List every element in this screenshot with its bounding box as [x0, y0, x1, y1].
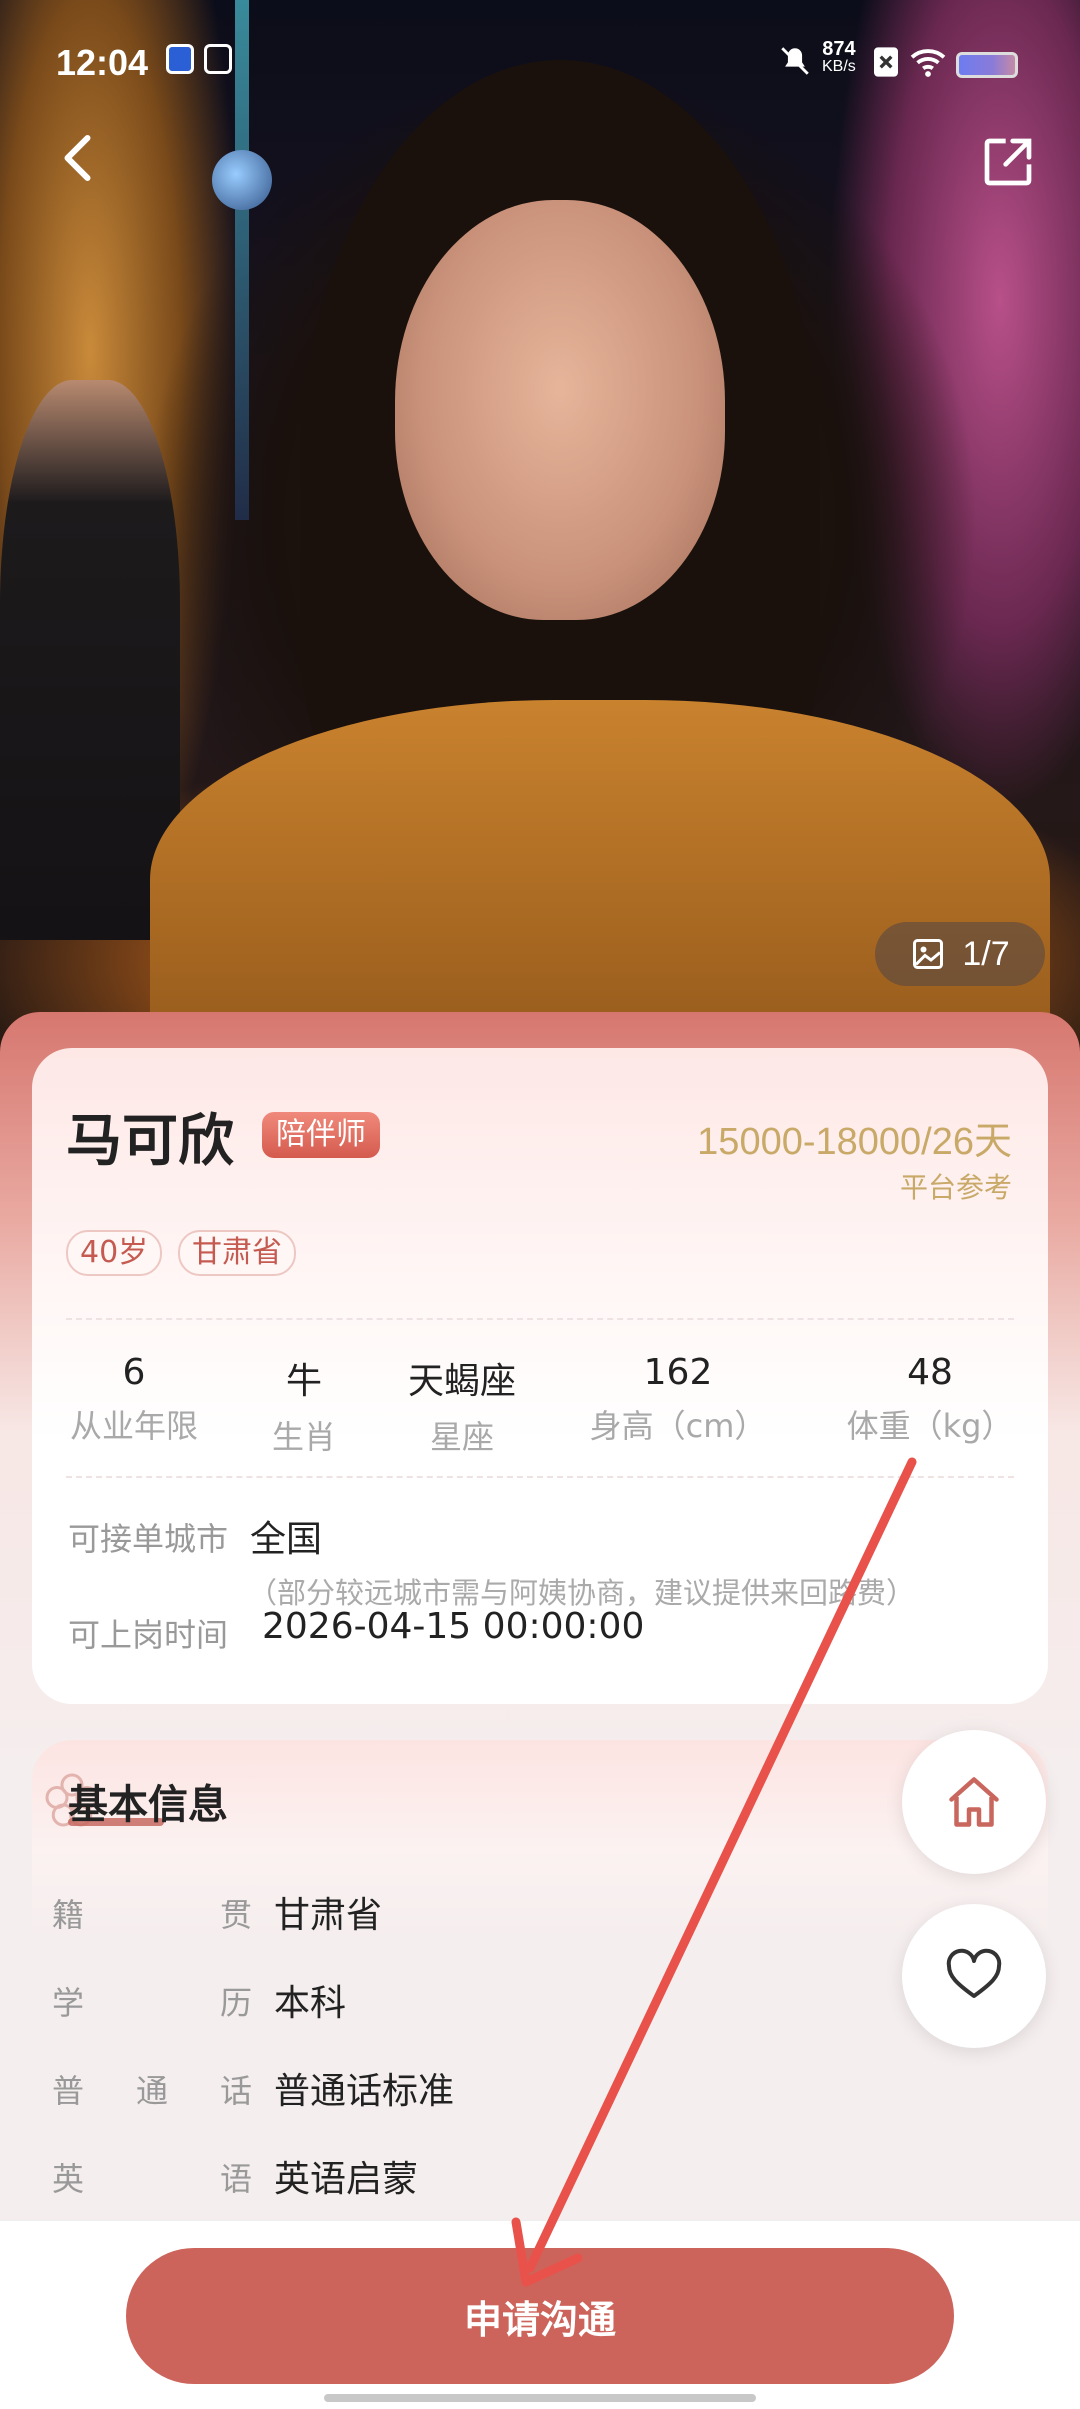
stat-weight-value: 48 — [907, 1352, 953, 1393]
stat-constellation-value: 天蝎座 — [407, 1361, 516, 1402]
photo-tower-ball — [212, 150, 272, 210]
education-label: 学 历 — [52, 1978, 252, 2024]
english-value: 英语启蒙 — [274, 2159, 419, 2200]
profile-photo[interactable] — [0, 0, 1080, 1070]
age-tag: 40岁 — [66, 1230, 163, 1276]
status-time: 12:04 — [56, 42, 149, 83]
city-label: 可接单城市 — [68, 1520, 229, 1558]
mandarin-label-char: 普 — [52, 2072, 85, 2110]
stat-zodiac-animal-label: 生肖 — [271, 1418, 336, 1456]
stat-constellation-label: 星座 — [429, 1418, 494, 1456]
education-label-char: 学 — [52, 1984, 85, 2022]
salary-note: 平台参考 — [899, 1171, 1012, 1204]
battery-icon — [956, 52, 1018, 78]
education-value: 本科 — [274, 1983, 347, 2024]
status-bar: 12:04 874 KB/s — [0, 0, 1080, 120]
photo-face — [395, 200, 725, 620]
mandarin-label: 普 通 话 — [52, 2066, 252, 2112]
english-label-char: 语 — [219, 2160, 252, 2198]
education-label-char: 历 — [219, 1984, 252, 2022]
stat-weight-label: 体重（kg） — [846, 1407, 1014, 1445]
share-button[interactable] — [980, 134, 1036, 190]
start-time-label: 可上岗时间 — [68, 1616, 229, 1654]
sim-card-icon — [874, 47, 898, 77]
favorite-button[interactable] — [902, 1904, 1046, 2048]
stat-height-label: 身高（cm） — [589, 1407, 767, 1445]
english-label: 英 语 — [52, 2154, 252, 2200]
city-value: 全国 — [250, 1519, 323, 1560]
native-place-label: 籍 贯 — [52, 1890, 252, 1936]
province-tag: 甘肃省 — [178, 1230, 296, 1276]
profile-name: 马可欣 — [66, 1109, 234, 1174]
stat-height: 162 身高（cm） — [578, 1352, 778, 1447]
role-badge: 陪伴师 — [262, 1112, 380, 1158]
app-notification-icon — [166, 44, 194, 74]
stat-experience: 6 从业年限 — [64, 1352, 204, 1447]
apply-contact-button[interactable]: 申请沟通 — [126, 2248, 954, 2384]
mute-bell-icon — [781, 47, 809, 75]
home-button[interactable] — [902, 1730, 1046, 1874]
back-button[interactable] — [50, 128, 110, 188]
network-speed-unit: KB/s — [822, 58, 856, 75]
stat-height-value: 162 — [643, 1352, 713, 1393]
network-speed-value: 874 — [822, 38, 856, 60]
start-time-value: 2026-04-15 00:00:00 — [262, 1606, 645, 1647]
stat-zodiac-animal: 牛 生肖 — [244, 1352, 364, 1458]
card-divider-bottom — [66, 1476, 1014, 1478]
mandarin-label-char: 话 — [219, 2072, 252, 2110]
stat-experience-value: 6 — [122, 1352, 146, 1393]
mandarin-label-char: 通 — [135, 2072, 168, 2110]
stat-zodiac-animal-value: 牛 — [285, 1361, 322, 1402]
image-icon — [913, 939, 944, 969]
photo-counter[interactable]: 1/7 — [875, 922, 1045, 986]
home-icon — [949, 1777, 999, 1827]
network-speed: 874 KB/s — [822, 38, 856, 76]
heart-icon — [946, 1948, 1002, 1998]
basic-info-title: 基本信息 — [68, 1782, 228, 1828]
card-divider-top — [66, 1318, 1014, 1320]
calendar-notification-icon — [204, 44, 232, 74]
native-place-label-char: 贯 — [219, 1896, 252, 1934]
mandarin-value: 普通话标准 — [274, 2071, 455, 2112]
native-place-label-char: 籍 — [52, 1896, 85, 1934]
wifi-icon — [910, 49, 946, 77]
salary-range: 15000-18000/26天 — [697, 1121, 1012, 1163]
english-label-char: 英 — [52, 2160, 85, 2198]
stat-constellation: 天蝎座 星座 — [392, 1352, 532, 1458]
native-place-value: 甘肃省 — [274, 1895, 383, 1936]
photo-counter-text: 1/7 — [962, 934, 1010, 973]
home-indicator — [324, 2394, 756, 2402]
stat-weight: 48 体重（kg） — [830, 1352, 1030, 1447]
stat-experience-label: 从业年限 — [69, 1407, 198, 1445]
